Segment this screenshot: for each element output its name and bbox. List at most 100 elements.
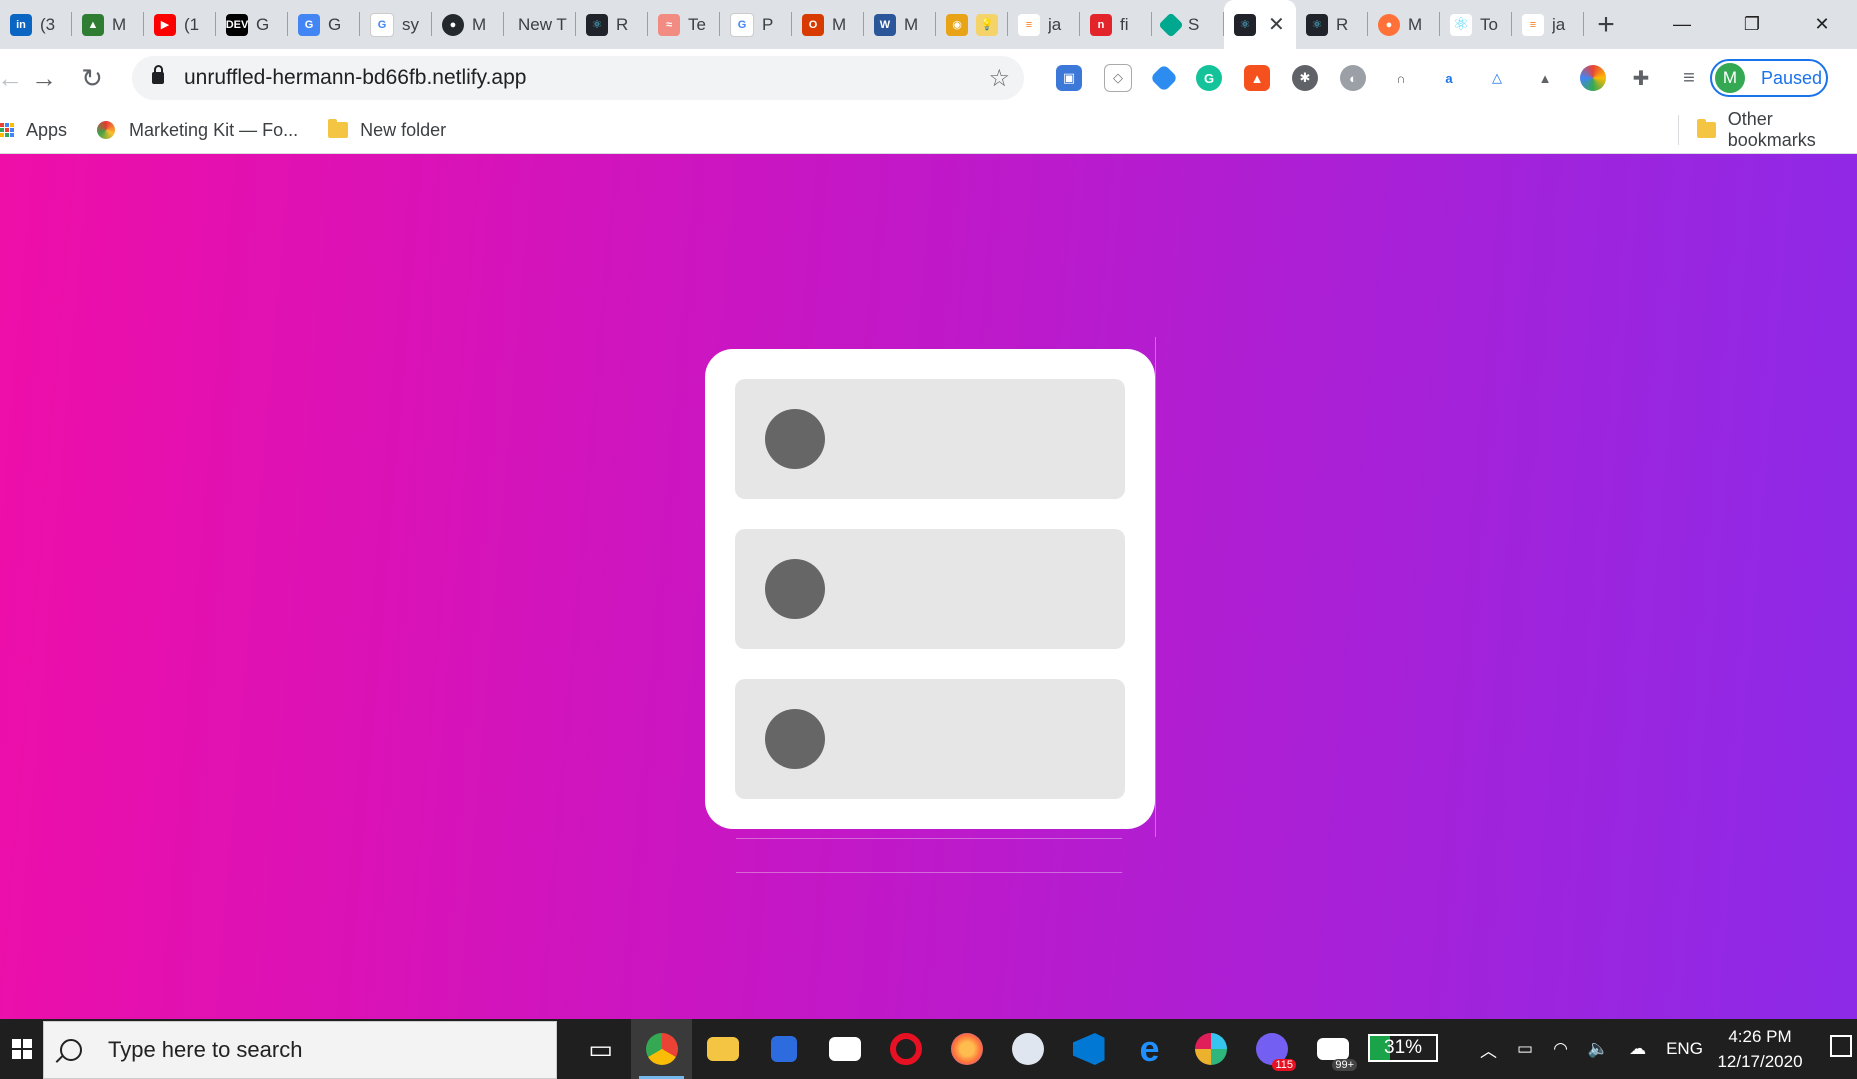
tab-react-1[interactable]: ⚛ R bbox=[576, 0, 648, 49]
lock-icon[interactable] bbox=[152, 65, 164, 84]
drive-icon[interactable]: ▲ bbox=[1532, 65, 1558, 91]
profile-button[interactable]: M Paused bbox=[1710, 59, 1828, 97]
browser-toolbar: ← → ↻ unruffled-hermann-bd66fb.netlify.a… bbox=[0, 49, 1857, 107]
tab-badge[interactable]: ◉ 💡 bbox=[936, 0, 1008, 49]
forward-button[interactable]: → bbox=[20, 63, 68, 94]
youtube-icon: ▶ bbox=[154, 13, 176, 36]
tab-react-3[interactable]: ⚛ To bbox=[1440, 0, 1512, 49]
taskbar-firefox[interactable] bbox=[936, 1019, 997, 1079]
list-item[interactable] bbox=[735, 679, 1125, 799]
taskbar-mail[interactable]: 99+ bbox=[1302, 1019, 1363, 1079]
ext-blue-icon[interactable]: ▣ bbox=[1056, 65, 1082, 91]
new-tab-button[interactable]: + bbox=[1584, 0, 1628, 49]
list-item[interactable] bbox=[735, 529, 1125, 649]
tab-new-tab[interactable]: New T bbox=[504, 0, 576, 49]
tab-netlify[interactable]: n fi bbox=[1080, 0, 1152, 49]
network-icon bbox=[770, 1036, 797, 1062]
taskbar-chrome[interactable] bbox=[631, 1019, 692, 1079]
tab-word[interactable]: WM bbox=[864, 0, 936, 49]
bookmark-new-folder[interactable]: New folder bbox=[328, 119, 446, 141]
restore-button[interactable]: ❐ bbox=[1717, 0, 1787, 49]
tab-firefox[interactable]: ● M bbox=[1368, 0, 1440, 49]
mail-icon bbox=[1316, 1038, 1349, 1060]
taskbar-search[interactable]: Type here to search bbox=[43, 1021, 557, 1079]
windows-taskbar: Type here to search ▭ e 115 99+ 31% ︿ ▭ … bbox=[0, 1019, 1857, 1079]
dev-icon: DEV bbox=[226, 13, 248, 36]
page-viewport bbox=[0, 154, 1857, 1019]
tab-google-translate[interactable]: GG bbox=[288, 0, 360, 49]
ext-gray-icon[interactable]: ◐ bbox=[1340, 65, 1366, 91]
color-picker-icon[interactable] bbox=[1580, 65, 1606, 91]
minimize-button[interactable]: — bbox=[1647, 0, 1717, 49]
taskbar-network[interactable] bbox=[753, 1019, 814, 1079]
react-icon: ⚛ bbox=[1306, 13, 1328, 36]
tab-office[interactable]: OM bbox=[792, 0, 864, 49]
window-controls: — ❐ ✕ bbox=[1647, 0, 1857, 49]
taskbar-video-editor[interactable] bbox=[814, 1019, 875, 1079]
word-icon: W bbox=[874, 13, 896, 36]
chevron-up-icon[interactable]: ︿ bbox=[1480, 1037, 1497, 1062]
ext-lighthouse-icon[interactable]: ▲ bbox=[1244, 65, 1270, 91]
cloud-icon[interactable]: ☁ bbox=[1629, 1039, 1646, 1059]
taskbar-file-explorer[interactable] bbox=[692, 1019, 753, 1079]
edge-icon bbox=[1011, 1033, 1044, 1065]
battery-icon[interactable]: ▭ bbox=[1517, 1039, 1533, 1059]
tab-stackoverflow-1[interactable]: ≡ ja bbox=[1008, 0, 1080, 49]
ext-amazon-icon[interactable]: a bbox=[1436, 65, 1462, 91]
tab-diamond[interactable]: S bbox=[1152, 0, 1224, 49]
notification-center-icon[interactable] bbox=[1830, 1035, 1852, 1057]
bookmark-marketing-kit[interactable]: Marketing Kit — Fo... bbox=[97, 120, 298, 141]
taskbar-vscode[interactable] bbox=[1058, 1019, 1119, 1079]
media-control-icon[interactable]: ≡ bbox=[1676, 65, 1702, 91]
ext-card-icon[interactable]: ◇ bbox=[1104, 64, 1132, 92]
url-text[interactable]: unruffled-hermann-bd66fb.netlify.app bbox=[184, 66, 526, 90]
tab-wave[interactable]: ≈ Te bbox=[648, 0, 720, 49]
other-bookmarks[interactable]: Other bookmarks bbox=[1697, 107, 1857, 153]
tab-github[interactable]: ● M bbox=[432, 0, 504, 49]
task-view-button[interactable]: ▭ bbox=[570, 1019, 631, 1079]
bookmark-marketing-kit-label: Marketing Kit — Fo... bbox=[129, 119, 299, 140]
bookmark-apps[interactable]: Apps bbox=[0, 120, 67, 141]
tab-google-p[interactable]: GP bbox=[720, 0, 792, 49]
language-indicator[interactable]: ENG bbox=[1666, 1039, 1703, 1059]
battery-indicator[interactable]: 31% bbox=[1368, 1034, 1438, 1062]
back-button[interactable]: ← bbox=[0, 63, 23, 94]
list-item[interactable] bbox=[735, 379, 1125, 499]
avatar-placeholder bbox=[765, 709, 825, 769]
tab-react-2[interactable]: ⚛ R bbox=[1296, 0, 1368, 49]
grammarly-icon[interactable]: G bbox=[1196, 65, 1222, 91]
apps-grid-icon bbox=[0, 123, 14, 137]
close-window-button[interactable]: ✕ bbox=[1787, 0, 1857, 49]
github-icon: ● bbox=[442, 13, 464, 36]
address-bar[interactable]: unruffled-hermann-bd66fb.netlify.app ☆ bbox=[132, 56, 1024, 100]
start-button[interactable] bbox=[0, 1019, 44, 1079]
ext-diamond-icon[interactable] bbox=[1149, 63, 1179, 93]
puzzle-extensions-icon[interactable]: ✚ bbox=[1628, 65, 1654, 91]
reload-button[interactable]: ↻ bbox=[68, 63, 116, 94]
taskbar-viber[interactable]: 115 bbox=[1241, 1019, 1302, 1079]
tab-google-search[interactable]: Gsy bbox=[360, 0, 432, 49]
taskbar-opera[interactable] bbox=[875, 1019, 936, 1079]
tab-stackoverflow-2[interactable]: ≡ ja bbox=[1512, 0, 1584, 49]
taskbar-slack[interactable] bbox=[1180, 1019, 1241, 1079]
ext-triangle-icon[interactable]: △ bbox=[1484, 65, 1510, 91]
gear-extension-icon[interactable]: ✱ bbox=[1292, 65, 1318, 91]
volume-icon[interactable]: 🔈 bbox=[1588, 1039, 1609, 1059]
tab-linkedin[interactable]: in (3 bbox=[0, 0, 72, 49]
wave-icon: ≈ bbox=[658, 13, 680, 36]
profile-status: Paused bbox=[1761, 67, 1823, 88]
tab-dev[interactable]: DEV G bbox=[216, 0, 288, 49]
bookmark-star-icon[interactable]: ☆ bbox=[988, 64, 1010, 93]
taskbar-edge[interactable]: e bbox=[1119, 1019, 1180, 1079]
close-tab-icon[interactable]: ✕ bbox=[1268, 12, 1285, 37]
tab-youtube[interactable]: ▶ (1 bbox=[144, 0, 216, 49]
tab-tree[interactable]: ▲ M bbox=[72, 0, 144, 49]
faint-divider bbox=[736, 838, 1122, 839]
clock[interactable]: 4:26 PM 12/17/2020 bbox=[1700, 1024, 1820, 1074]
netlify-n-icon: n bbox=[1090, 13, 1112, 36]
taskbar-edge-legacy[interactable] bbox=[997, 1019, 1058, 1079]
extensions-area: ▣ ◇ G ▲ ✱ ◐ ∩ a △ ▲ ✚ ≡ bbox=[1045, 49, 1713, 107]
wifi-icon[interactable]: ◠ bbox=[1553, 1039, 1568, 1059]
ext-arc-icon[interactable]: ∩ bbox=[1388, 65, 1414, 91]
tab-active[interactable]: ⚛ ✕ bbox=[1224, 0, 1296, 49]
